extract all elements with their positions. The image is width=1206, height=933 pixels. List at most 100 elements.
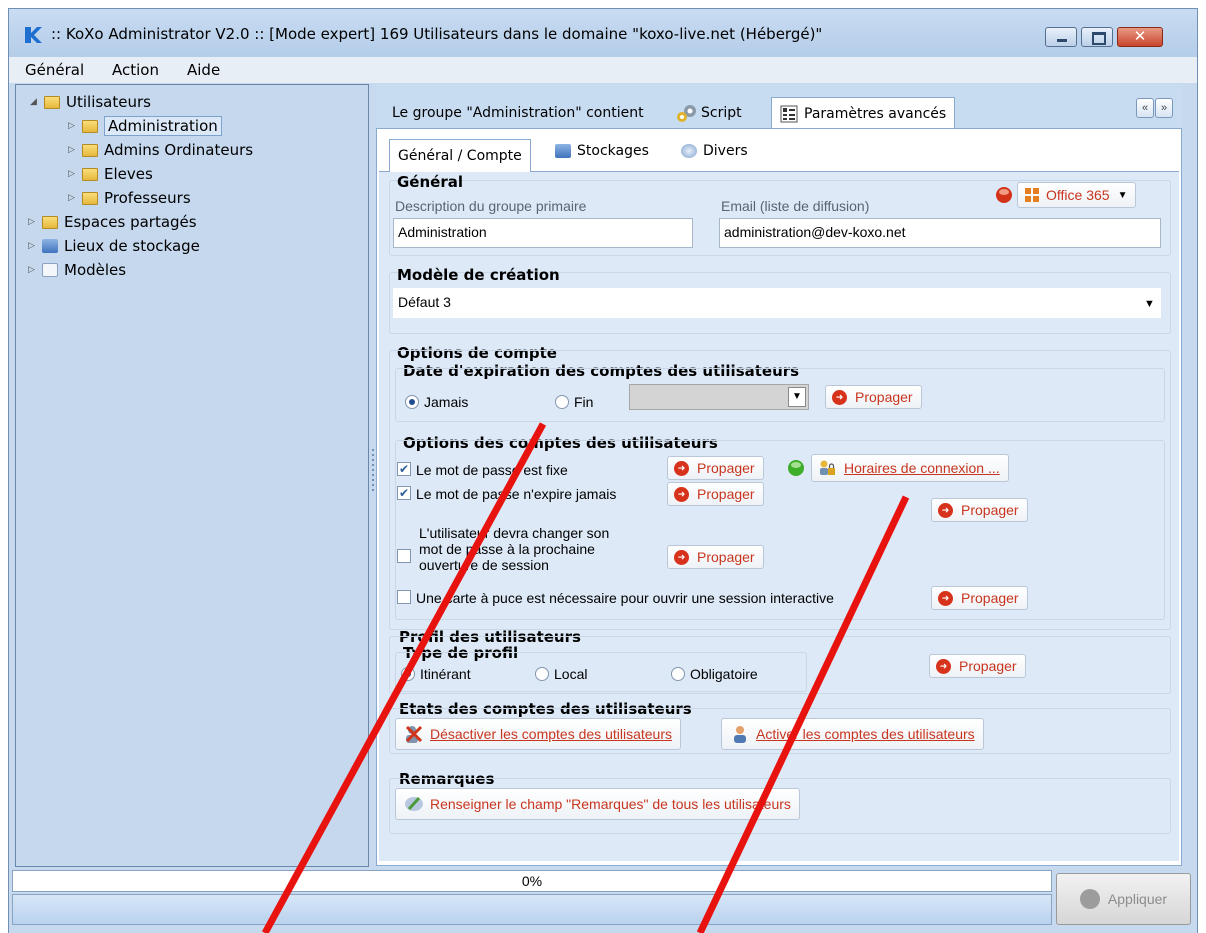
status-area: 0% <box>12 868 1052 925</box>
menu-action[interactable]: Action <box>112 61 159 79</box>
storage-icon <box>42 239 58 253</box>
expand-icon[interactable]: ▷ <box>68 145 78 155</box>
button-label: Propager <box>959 658 1017 674</box>
close-button[interactable]: ✕ <box>1117 27 1163 47</box>
checkbox[interactable] <box>397 549 411 563</box>
template-icon <box>42 263 58 277</box>
expand-icon[interactable]: ▷ <box>28 265 38 275</box>
expand-icon[interactable]: ▷ <box>68 121 78 131</box>
general-account-page: Général Description du groupe primaire A… <box>379 171 1179 861</box>
window-title: :: KoXo Administrator V2.0 :: [Mode expe… <box>51 25 823 43</box>
radio-button[interactable] <box>535 667 549 681</box>
office365-dropdown-button[interactable]: Office 365 ▼ <box>1017 182 1137 208</box>
menu-general[interactable]: Général <box>25 61 84 79</box>
radio-end[interactable]: Fin <box>555 394 593 410</box>
menu-help[interactable]: Aide <box>187 61 220 79</box>
radio-label: Obligatoire <box>690 666 758 682</box>
tree-item-espaces-partages[interactable]: ▷ Espaces partagés <box>28 211 197 233</box>
expand-icon[interactable]: ▷ <box>68 169 78 179</box>
propagate-pw-never-expires-button[interactable]: ➜ Propager <box>667 482 764 506</box>
nav-next-button[interactable]: » <box>1155 98 1173 118</box>
button-label: Propager <box>697 486 755 502</box>
status-bar <box>12 894 1052 925</box>
subtab-misc[interactable]: Divers <box>681 143 748 159</box>
propagate-must-change-button[interactable]: ➜ Propager <box>667 545 764 569</box>
tree-item-administration[interactable]: ▷ Administration <box>68 115 222 137</box>
logon-hours-button[interactable]: Horaires de connexion ... <box>811 454 1009 482</box>
subtab-general-account[interactable]: Général / Compte <box>389 139 531 172</box>
subtab-storage[interactable]: Stockages <box>555 143 649 159</box>
office365-label: Office 365 <box>1046 187 1110 203</box>
checkbox-must-change[interactable] <box>397 549 416 563</box>
maximize-button[interactable] <box>1081 27 1113 47</box>
tree-item-admins-ordinateurs[interactable]: ▷ Admins Ordinateurs <box>68 139 253 161</box>
email-label: Email (liste de diffusion) <box>721 198 870 214</box>
expand-icon[interactable]: ▷ <box>28 217 38 227</box>
apply-button[interactable]: Appliquer <box>1056 873 1191 925</box>
subtab-label: Général / Compte <box>398 148 522 164</box>
radio-roaming[interactable]: Itinérant <box>401 666 471 682</box>
model-select[interactable]: Défaut 3 <box>393 288 1161 318</box>
minimize-button[interactable] <box>1045 27 1077 47</box>
propagate-pw-fixed-button[interactable]: ➜ Propager <box>667 456 764 480</box>
chevron-down-icon[interactable]: ▼ <box>788 387 806 407</box>
button-label: Propager <box>855 389 913 405</box>
description-label: Description du groupe primaire <box>395 198 587 214</box>
expand-icon[interactable]: ▷ <box>28 241 38 251</box>
tree-item-modeles[interactable]: ▷ Modèles <box>28 259 126 281</box>
radio-never[interactable]: Jamais <box>405 394 468 410</box>
checkbox[interactable]: ✔ <box>397 462 411 476</box>
checkbox-pw-never-expires[interactable]: ✔ Le mot de passe n'expire jamais <box>397 486 616 502</box>
enable-accounts-button[interactable]: Activer les comptes des utilisateurs <box>721 718 984 750</box>
section-title-model: Modèle de création <box>397 266 560 284</box>
expand-icon[interactable]: ▷ <box>68 193 78 203</box>
tree-item-eleves[interactable]: ▷ Eleves <box>68 163 153 185</box>
tree-item-lieux-de-stockage[interactable]: ▷ Lieux de stockage <box>28 235 200 257</box>
chevron-left-icon: « <box>1141 102 1149 114</box>
chevron-down-icon: ▼ <box>1144 298 1155 310</box>
email-field[interactable]: administration@dev-koxo.net <box>719 218 1161 248</box>
tree-item-utilisateurs[interactable]: ◢ Utilisateurs <box>30 91 151 113</box>
button-label: Appliquer <box>1107 891 1168 907</box>
koxo-logo-icon <box>25 27 42 43</box>
description-field[interactable]: Administration <box>393 218 693 248</box>
checkbox-smartcard[interactable]: Une carte à puce est nécessaire pour ouv… <box>397 590 834 606</box>
progress-bar: 0% <box>12 870 1052 892</box>
collapse-icon[interactable]: ◢ <box>30 97 40 107</box>
fill-remarks-button[interactable]: Renseigner le champ "Remarques" de tous … <box>395 788 800 820</box>
nav-prev-button[interactable]: « <box>1136 98 1154 118</box>
tab-script[interactable]: Script <box>676 98 742 128</box>
expiry-date-picker[interactable]: ▼ <box>629 384 809 410</box>
radio-label: Fin <box>574 394 594 410</box>
checkbox[interactable]: ✔ <box>397 486 411 500</box>
disable-accounts-button[interactable]: Désactiver les comptes des utilisateurs <box>395 718 681 750</box>
details-panel: Le groupe "Administration" contient Scri… <box>376 84 1182 867</box>
checkbox-pw-fixed[interactable]: ✔ Le mot de passe est fixe <box>397 462 568 478</box>
radio-label: Jamais <box>424 394 469 410</box>
radio-button[interactable] <box>405 395 419 409</box>
button-label: Renseigner le champ "Remarques" de tous … <box>430 796 791 812</box>
tab-label: Le groupe "Administration" contient <box>392 105 644 121</box>
radio-button[interactable] <box>671 667 685 681</box>
arrow-right-icon: ➜ <box>674 486 689 502</box>
progress-text: 0% <box>521 873 543 889</box>
tab-group-contains[interactable]: Le groupe "Administration" contient <box>392 98 644 128</box>
checkbox-label: Le mot de passe est fixe <box>416 462 568 478</box>
user-disable-icon <box>405 725 423 743</box>
propagate-smartcard-button[interactable]: ➜ Propager <box>931 586 1028 610</box>
checkbox[interactable] <box>397 590 411 604</box>
shared-folder-icon <box>42 215 58 229</box>
arrow-right-icon: ➜ <box>674 549 689 565</box>
tab-advanced-settings[interactable]: Paramètres avancés <box>771 97 956 129</box>
tree-item-professeurs[interactable]: ▷ Professeurs <box>68 187 191 209</box>
propagate-expiry-button[interactable]: ➜ Propager <box>825 385 922 409</box>
propagate-logon-hours-button[interactable]: ➜ Propager <box>931 498 1028 522</box>
propagate-profile-button[interactable]: ➜ Propager <box>929 654 1026 678</box>
folder-icon <box>82 167 98 181</box>
radio-button[interactable] <box>401 667 415 681</box>
radio-mandatory[interactable]: Obligatoire <box>671 666 758 682</box>
radio-button[interactable] <box>555 395 569 409</box>
radio-local[interactable]: Local <box>535 666 587 682</box>
button-label: Propager <box>961 502 1019 518</box>
radio-label: Itinérant <box>420 666 471 682</box>
